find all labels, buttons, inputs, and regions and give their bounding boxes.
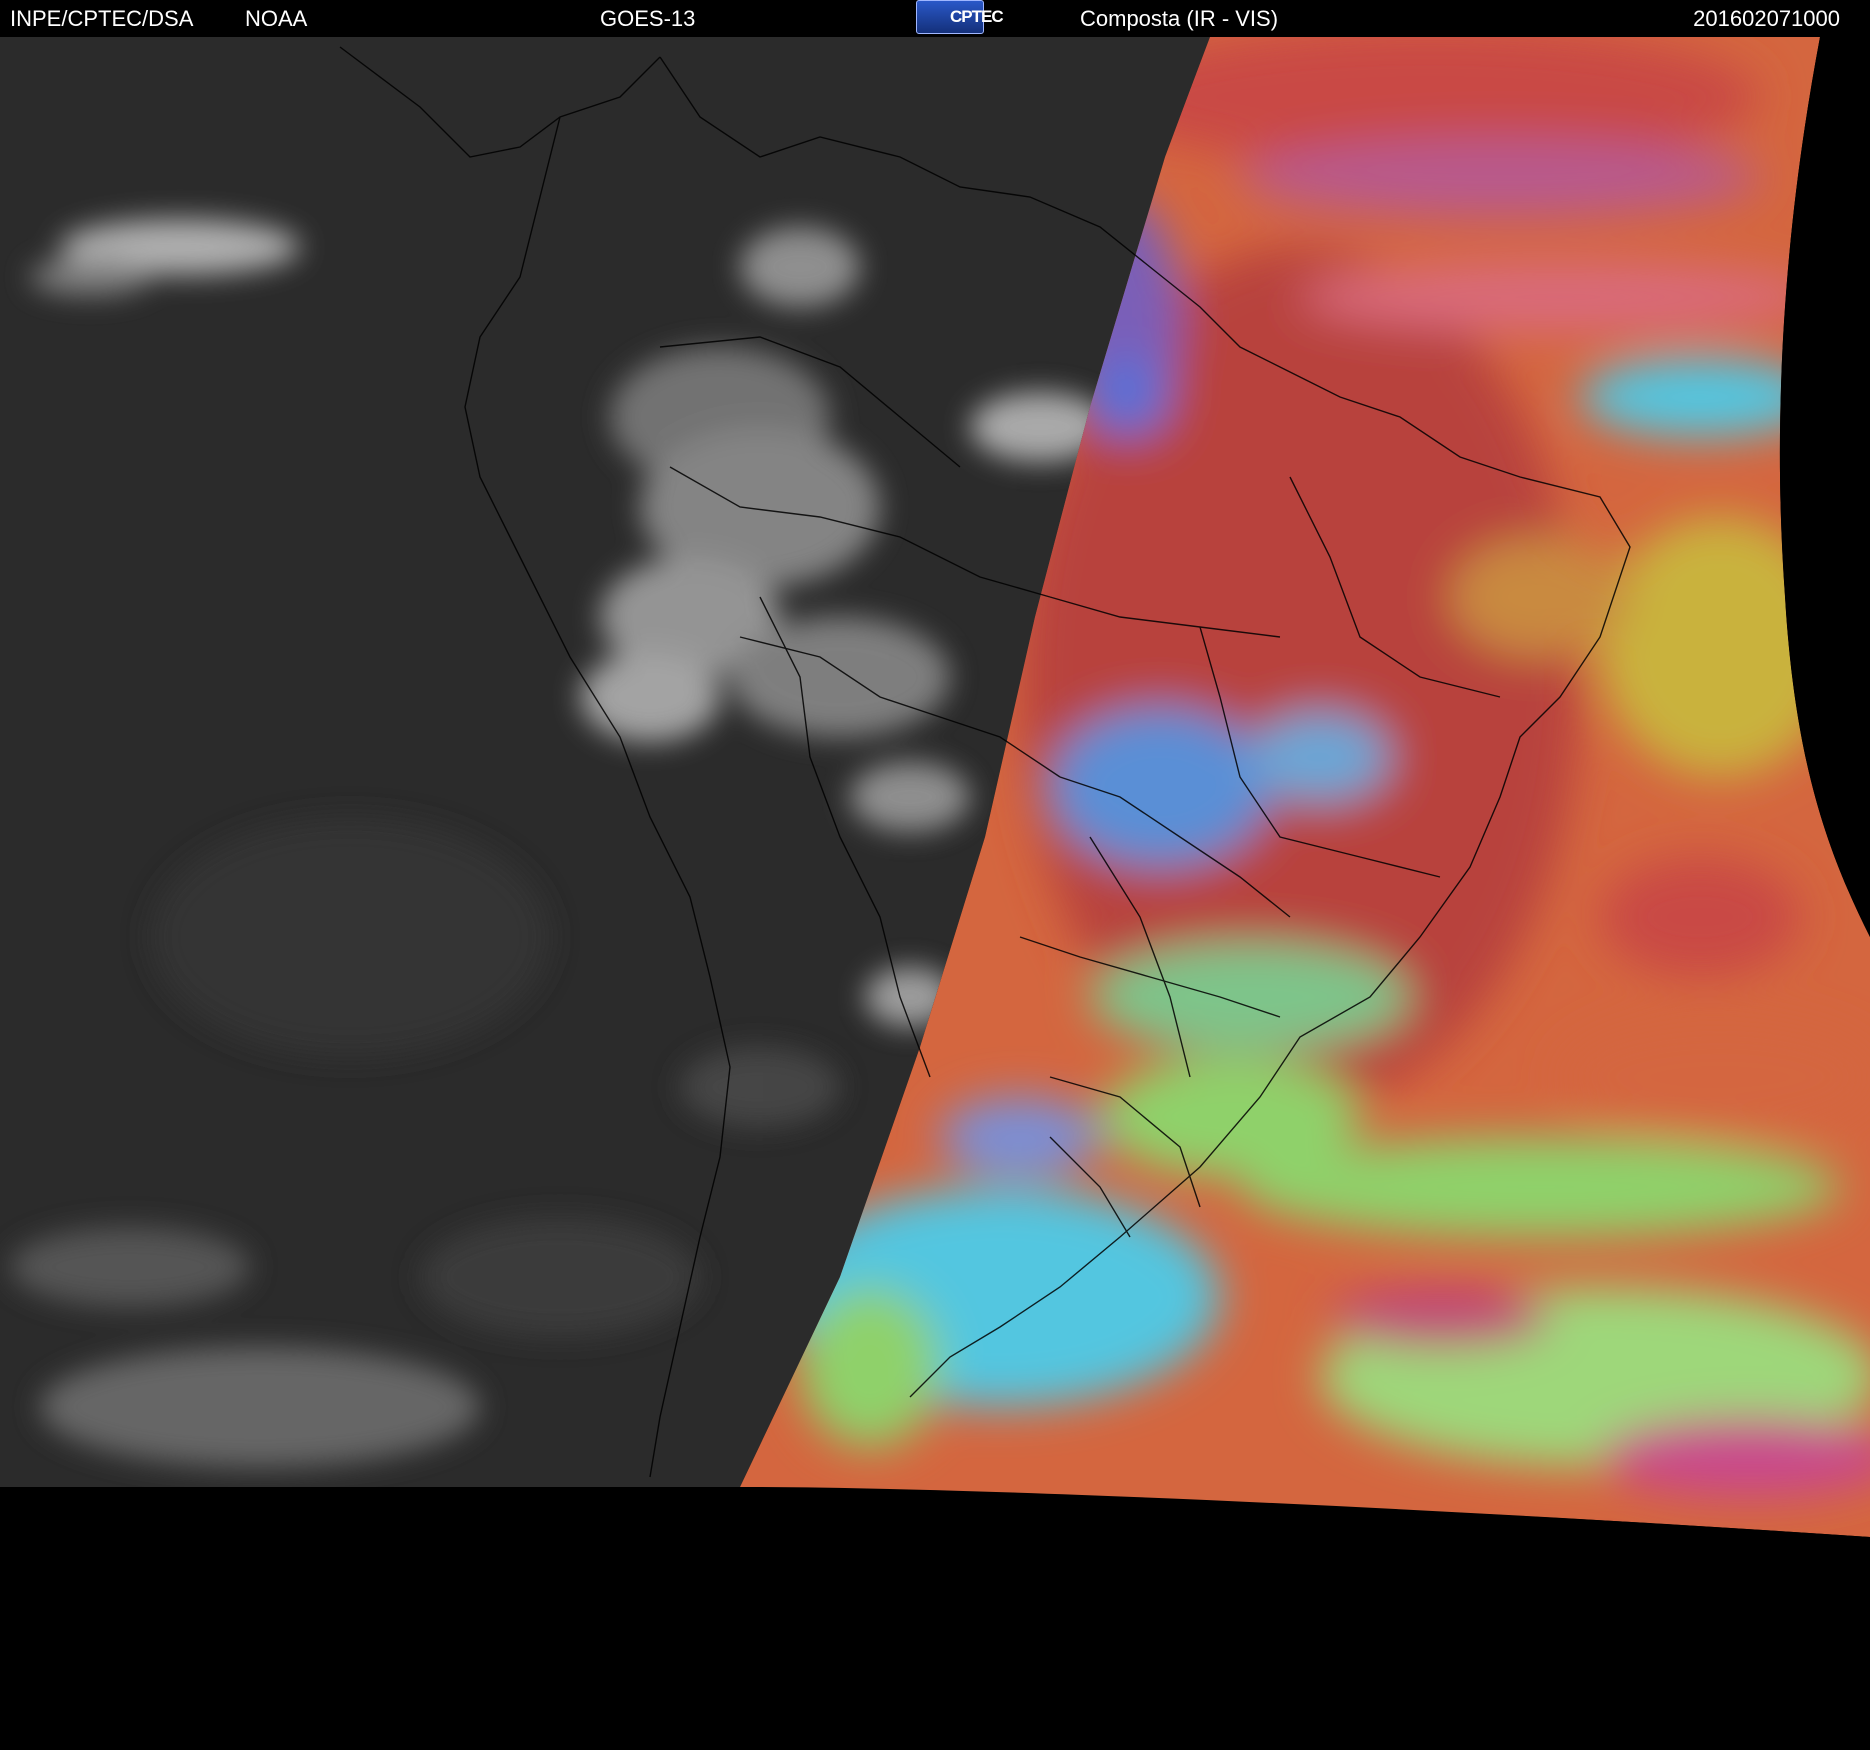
- agency-label: NOAA: [245, 6, 308, 31]
- logo-text: CPTEC: [950, 7, 1004, 26]
- header-bar: INPE/CPTEC/DSA NOAA GOES-13 CPTEC Compos…: [0, 0, 1870, 37]
- cptec-logo-icon: CPTEC: [916, 0, 1004, 34]
- satellite-image-svg: [0, 37, 1870, 1750]
- organization-label: INPE/CPTEC/DSA: [10, 6, 194, 31]
- product-label: Composta (IR - VIS): [1080, 6, 1279, 31]
- satellite-image: [0, 37, 1870, 1750]
- satellite-label: GOES-13: [600, 6, 696, 31]
- timestamp-label: 201602071000: [1693, 6, 1840, 31]
